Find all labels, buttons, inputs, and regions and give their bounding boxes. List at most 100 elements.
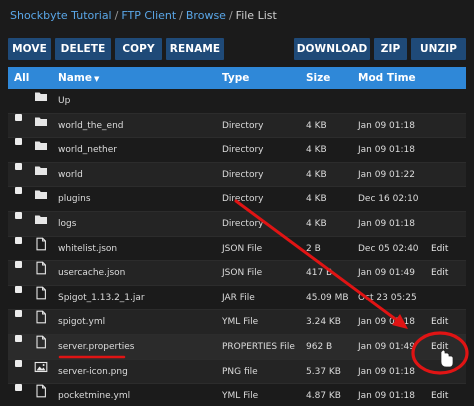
rename-button[interactable]: RENAME xyxy=(166,38,224,60)
breadcrumb-link-home[interactable]: Shockbyte Tutorial xyxy=(10,9,112,22)
name-column-label: Name xyxy=(58,72,92,84)
row-checkbox[interactable] xyxy=(15,335,22,342)
file-size: 4.87 KB xyxy=(306,391,341,402)
table-row[interactable]: spigot.yml YML File 3.24 KB Jan 09 01:18 Edi… xyxy=(8,310,466,335)
edit-link[interactable]: Edit xyxy=(431,237,448,261)
file-name[interactable]: spigot.yml xyxy=(58,310,105,334)
file-mod-time: Jan 09 01:18 xyxy=(358,366,415,377)
file-name[interactable]: server.properties xyxy=(58,335,134,359)
unzip-button[interactable]: UNZIP xyxy=(411,38,466,60)
zip-button[interactable]: ZIP xyxy=(374,38,407,60)
copy-button[interactable]: COPY xyxy=(115,38,162,60)
file-size: 4 KB xyxy=(306,194,327,205)
table-row[interactable]: logs Directory 4 KB Jan 09 01:18 xyxy=(8,212,466,237)
file-name[interactable]: Spigot_1.13.2_1.jar xyxy=(58,286,145,310)
file-mod-time: Jan 09 01:18 xyxy=(358,317,415,328)
breadcrumb-link-ftp-client[interactable]: FTP Client xyxy=(121,9,176,22)
edit-link[interactable]: Edit xyxy=(431,384,448,406)
table-row[interactable]: world Directory 4 KB Jan 09 01:22 xyxy=(8,162,466,188)
file-name[interactable]: Up xyxy=(58,89,70,113)
delete-button[interactable]: DELETE xyxy=(55,38,111,60)
file-size: 45.09 MB xyxy=(306,292,349,303)
file-icon xyxy=(34,261,48,275)
table-row[interactable]: plugins Directory 4 KB Dec 16 02:10 xyxy=(8,187,466,212)
table-row[interactable]: server.properties PROPERTIES File 962 B Jan… xyxy=(8,335,466,360)
breadcrumb-current: File List xyxy=(235,9,277,22)
file-name[interactable]: server-icon.png xyxy=(58,360,128,384)
row-checkbox[interactable] xyxy=(15,138,22,146)
file-type: JAR File xyxy=(222,292,255,303)
file-mod-time: Dec 16 02:10 xyxy=(358,194,419,205)
file-mod-time: Dec 05 02:40 xyxy=(358,243,419,254)
row-checkbox[interactable] xyxy=(15,212,22,219)
file-mod-time: Oct 23 05:25 xyxy=(358,292,417,303)
row-checkbox[interactable] xyxy=(15,162,22,170)
folder-icon xyxy=(34,114,48,128)
file-name[interactable]: world_the_end xyxy=(58,114,124,138)
table-row[interactable]: world_nether Directory 4 KB Jan 09 01:18 xyxy=(8,138,466,163)
row-checkbox[interactable] xyxy=(15,310,22,318)
file-size: 962 B xyxy=(306,342,333,352)
file-size: 3.24 KB xyxy=(306,317,341,328)
file-name[interactable]: usercache.json xyxy=(58,261,125,285)
toolbar: MOVE DELETE COPY RENAME DOWNLOAD ZIP UNZ… xyxy=(8,38,466,60)
file-mod-time: Jan 09 01:18 xyxy=(358,120,415,131)
row-checkbox[interactable] xyxy=(15,261,22,269)
table-row[interactable]: whitelist.json JSON File 2 B Dec 05 02:40 Ed… xyxy=(8,236,466,262)
edit-link[interactable]: Edit xyxy=(431,335,448,359)
name-column-header[interactable]: Name ▼ xyxy=(58,67,99,90)
file-mod-time: Jan 09 01:18 xyxy=(358,219,415,229)
file-size: 2 B xyxy=(306,243,321,254)
file-mod-time: Jan 09 01:49 xyxy=(358,342,415,352)
file-type: PROPERTIES File xyxy=(222,342,295,352)
file-icon xyxy=(34,335,48,349)
file-size: 417 B xyxy=(306,268,333,279)
file-icon xyxy=(34,286,48,300)
row-checkbox[interactable] xyxy=(15,384,22,392)
table-row[interactable]: usercache.json JSON File 417 B Jan 09 01:49… xyxy=(8,261,466,286)
file-name[interactable]: world_nether xyxy=(58,138,117,162)
file-type: Directory xyxy=(222,219,264,229)
row-checkbox[interactable] xyxy=(15,187,22,195)
table-row[interactable]: server-icon.png PNG file 5.37 KB Jan 09 01:… xyxy=(8,359,466,385)
file-name[interactable]: plugins xyxy=(58,187,91,211)
mod-time-column-header[interactable]: Mod Time xyxy=(358,67,416,89)
file-size: 4 KB xyxy=(306,120,327,131)
table-header: All Name ▼ Type Size Mod Time xyxy=(8,67,466,89)
folder-icon xyxy=(34,89,48,103)
file-name[interactable]: whitelist.json xyxy=(58,237,117,261)
file-type: Directory xyxy=(222,145,264,156)
download-button[interactable]: DOWNLOAD xyxy=(294,38,370,60)
file-mod-time: Jan 09 01:18 xyxy=(358,145,415,156)
row-checkbox[interactable] xyxy=(15,236,22,244)
move-button[interactable]: MOVE xyxy=(8,38,51,60)
row-checkbox[interactable] xyxy=(15,285,22,293)
file-size: 5.37 KB xyxy=(306,366,341,377)
file-mod-time: Jan 09 01:18 xyxy=(358,391,415,402)
row-checkbox[interactable] xyxy=(15,359,22,367)
edit-link[interactable]: Edit xyxy=(431,310,448,334)
table-row[interactable]: world_the_end Directory 4 KB Jan 09 01:18 xyxy=(8,113,466,139)
file-type: YML File xyxy=(222,317,259,328)
file-name[interactable]: world xyxy=(58,163,83,187)
row-checkbox[interactable] xyxy=(15,113,22,121)
file-type: YML File xyxy=(222,391,259,402)
file-type: Directory xyxy=(222,120,264,131)
table-row[interactable]: Spigot_1.13.2_1.jar JAR File 45.09 MB Oct 2… xyxy=(8,285,466,311)
file-name[interactable]: pocketmine.yml xyxy=(58,384,130,406)
file-type: Directory xyxy=(222,194,264,205)
folder-icon xyxy=(34,138,48,152)
type-column-header[interactable]: Type xyxy=(222,67,249,89)
file-name[interactable]: logs xyxy=(58,212,76,236)
file-size: 4 KB xyxy=(306,145,327,156)
edit-link[interactable]: Edit xyxy=(431,261,448,285)
breadcrumb-link-browse[interactable]: Browse xyxy=(186,9,226,22)
folder-icon xyxy=(34,187,48,201)
select-all-header[interactable]: All xyxy=(14,67,29,89)
file-type: Directory xyxy=(222,169,264,180)
size-column-header[interactable]: Size xyxy=(306,67,330,89)
table-row[interactable]: pocketmine.yml YML File 4.87 KB Jan 09 01:1… xyxy=(8,384,466,406)
file-type: JSON File xyxy=(222,243,263,254)
table-row[interactable]: Up xyxy=(8,89,466,114)
folder-icon xyxy=(34,163,48,177)
